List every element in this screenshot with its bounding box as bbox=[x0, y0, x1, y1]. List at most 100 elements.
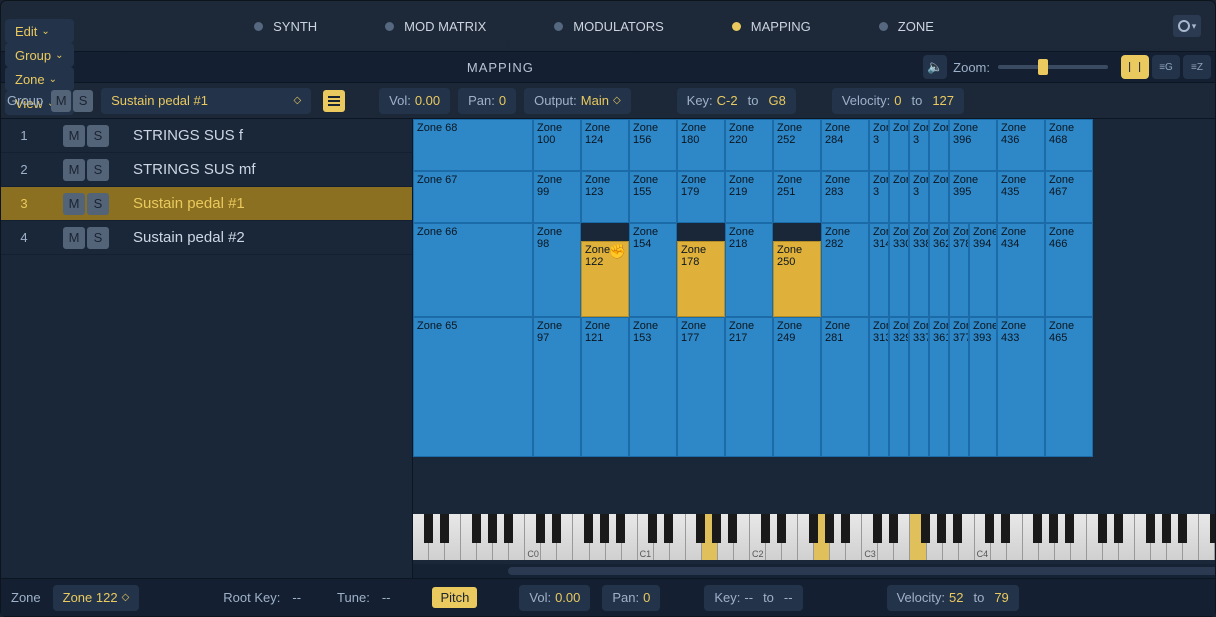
velocity-range-field[interactable]: Velocity:0to127 bbox=[832, 88, 964, 114]
piano-key-black[interactable] bbox=[809, 514, 818, 543]
piano-key-black[interactable] bbox=[873, 514, 882, 543]
nav-tab-modulators[interactable]: MODULATORS bbox=[540, 11, 678, 42]
zone-cell[interactable]: Zone 121 bbox=[581, 317, 629, 457]
view-group-button[interactable]: ≡G bbox=[1152, 55, 1180, 79]
zone-cell[interactable]: Zone 436 bbox=[997, 119, 1045, 171]
zone-cell[interactable]: Zone 3 bbox=[869, 119, 889, 171]
zone-cell[interactable]: Zone 329 bbox=[889, 317, 909, 457]
zone-select[interactable]: Zone 122◇ bbox=[53, 585, 140, 611]
piano-key-black[interactable] bbox=[504, 514, 513, 543]
zone-cell[interactable]: Zone 252 bbox=[773, 119, 821, 171]
zone-cell[interactable]: Zone 68 bbox=[413, 119, 533, 171]
piano-key-black[interactable] bbox=[696, 514, 705, 543]
solo-button[interactable]: S bbox=[73, 90, 93, 112]
group-row[interactable]: 3MSSustain pedal #1 bbox=[1, 187, 412, 221]
piano-key-black[interactable] bbox=[985, 514, 994, 543]
list-icon-button[interactable] bbox=[323, 90, 345, 112]
piano-key-black[interactable] bbox=[440, 514, 449, 543]
group-menu[interactable]: Group⌄ bbox=[5, 43, 74, 67]
piano-key-black[interactable] bbox=[1114, 514, 1123, 543]
mute-button[interactable]: M bbox=[63, 125, 85, 147]
zone-cell[interactable]: Zone 467 bbox=[1045, 171, 1093, 223]
piano-key[interactable] bbox=[1023, 514, 1039, 560]
zone-cell[interactable]: Zone 178 bbox=[677, 241, 725, 317]
piano-key-black[interactable] bbox=[1146, 514, 1155, 543]
piano-key-black[interactable] bbox=[937, 514, 946, 543]
zone-cell[interactable]: Zone 337 bbox=[909, 317, 929, 457]
zone-cell[interactable]: Zone 249 bbox=[773, 317, 821, 457]
zone-velocity-field[interactable]: Velocity:52to79 bbox=[887, 585, 1019, 611]
zone-cell[interactable]: Zone 433 bbox=[997, 317, 1045, 457]
group-row[interactable]: 1MSSTRINGS SUS f bbox=[1, 119, 412, 153]
solo-button[interactable]: S bbox=[87, 227, 109, 249]
zone-cell[interactable]: Zone 330 bbox=[889, 223, 909, 317]
piano-key-black[interactable] bbox=[1001, 514, 1010, 543]
mute-button[interactable]: M bbox=[51, 90, 71, 112]
piano-key-black[interactable] bbox=[648, 514, 657, 543]
zone-cell[interactable]: Zone bbox=[929, 119, 949, 171]
volume-field[interactable]: Vol:0.00 bbox=[379, 88, 450, 114]
piano-key-black[interactable] bbox=[777, 514, 786, 543]
zone-cell[interactable]: Zone 98 bbox=[533, 223, 581, 317]
piano-key-black[interactable] bbox=[472, 514, 481, 543]
piano-key-black[interactable] bbox=[712, 514, 721, 543]
piano-key-black[interactable] bbox=[1049, 514, 1058, 543]
piano-key-black[interactable] bbox=[552, 514, 561, 543]
piano-key[interactable] bbox=[686, 514, 702, 560]
nav-tab-mod-matrix[interactable]: MOD MATRIX bbox=[371, 11, 500, 42]
zone-volume-field[interactable]: Vol:0.00 bbox=[519, 585, 590, 611]
zone-cell[interactable]: Zone 97 bbox=[533, 317, 581, 457]
zone-cell[interactable]: Zone 314 bbox=[869, 223, 889, 317]
group-row[interactable]: 4MSSustain pedal #2 bbox=[1, 221, 412, 255]
speaker-button[interactable]: 🔈 bbox=[923, 55, 947, 79]
zone-cell[interactable]: Zone 396 bbox=[949, 119, 997, 171]
zone-cell[interactable]: Zone 466 bbox=[1045, 223, 1093, 317]
nav-tab-zone[interactable]: ZONE bbox=[865, 11, 948, 42]
output-field[interactable]: Output:Main◇ bbox=[524, 88, 631, 114]
zone-cell[interactable]: Zone 378 bbox=[949, 223, 969, 317]
piano-key-black[interactable] bbox=[424, 514, 433, 543]
zone-cell[interactable]: Zone 100 bbox=[533, 119, 581, 171]
zone-cell[interactable]: Zone 65 bbox=[413, 317, 533, 457]
zone-cell[interactable]: Zone 361 bbox=[929, 317, 949, 457]
piano-key[interactable] bbox=[413, 514, 429, 560]
zone-grid[interactable]: Zone 65Zone 97Zone 121Zone 153Zone 177Zo… bbox=[413, 119, 1215, 578]
piano-key-black[interactable] bbox=[841, 514, 850, 543]
zone-cell[interactable]: Zone 99 bbox=[533, 171, 581, 223]
group-row[interactable]: 2MSSTRINGS SUS mf bbox=[1, 153, 412, 187]
pitch-button[interactable]: Pitch bbox=[432, 587, 477, 608]
zone-cell[interactable]: Zone 281 bbox=[821, 317, 869, 457]
zone-cell[interactable]: Zone 122✊ bbox=[581, 241, 629, 317]
zone-cell[interactable]: Zone bbox=[889, 119, 909, 171]
nav-tab-mapping[interactable]: MAPPING bbox=[718, 11, 825, 42]
piano-key[interactable] bbox=[1087, 514, 1103, 560]
piano-key-black[interactable] bbox=[761, 514, 770, 543]
piano-key-black[interactable] bbox=[728, 514, 737, 543]
pan-field[interactable]: Pan:0 bbox=[458, 88, 516, 114]
piano-key[interactable]: C4 bbox=[975, 514, 991, 560]
zone-cell[interactable]: Zone 154 bbox=[629, 223, 677, 317]
mute-button[interactable]: M bbox=[63, 159, 85, 181]
piano-key-black[interactable] bbox=[1098, 514, 1107, 543]
piano-key-black[interactable] bbox=[664, 514, 673, 543]
zoom-slider[interactable] bbox=[998, 65, 1108, 69]
piano-key[interactable] bbox=[573, 514, 589, 560]
piano-key-black[interactable] bbox=[921, 514, 930, 543]
zone-cell[interactable]: Zone 284 bbox=[821, 119, 869, 171]
zone-cell[interactable]: Zone 3 bbox=[869, 171, 889, 223]
view-keyboard-button[interactable]: ⎹⎹⎹ bbox=[1121, 55, 1149, 79]
piano-key[interactable] bbox=[461, 514, 477, 560]
zone-cell[interactable]: Zone 180 bbox=[677, 119, 725, 171]
zone-cell[interactable]: Zone 468 bbox=[1045, 119, 1093, 171]
piano-key-black[interactable] bbox=[536, 514, 545, 543]
piano-key-black[interactable] bbox=[600, 514, 609, 543]
zone-cell[interactable]: Zone 156 bbox=[629, 119, 677, 171]
zone-cell[interactable]: Zone 435 bbox=[997, 171, 1045, 223]
piano-key-black[interactable] bbox=[1033, 514, 1042, 543]
zone-cell[interactable]: Zone 177 bbox=[677, 317, 725, 457]
zone-cell[interactable]: Zone 153 bbox=[629, 317, 677, 457]
piano-key[interactable]: C2 bbox=[750, 514, 766, 560]
zone-cell[interactable]: Zone 3 bbox=[909, 171, 929, 223]
zone-cell[interactable]: Zone 3 bbox=[909, 119, 929, 171]
solo-button[interactable]: S bbox=[87, 193, 109, 215]
